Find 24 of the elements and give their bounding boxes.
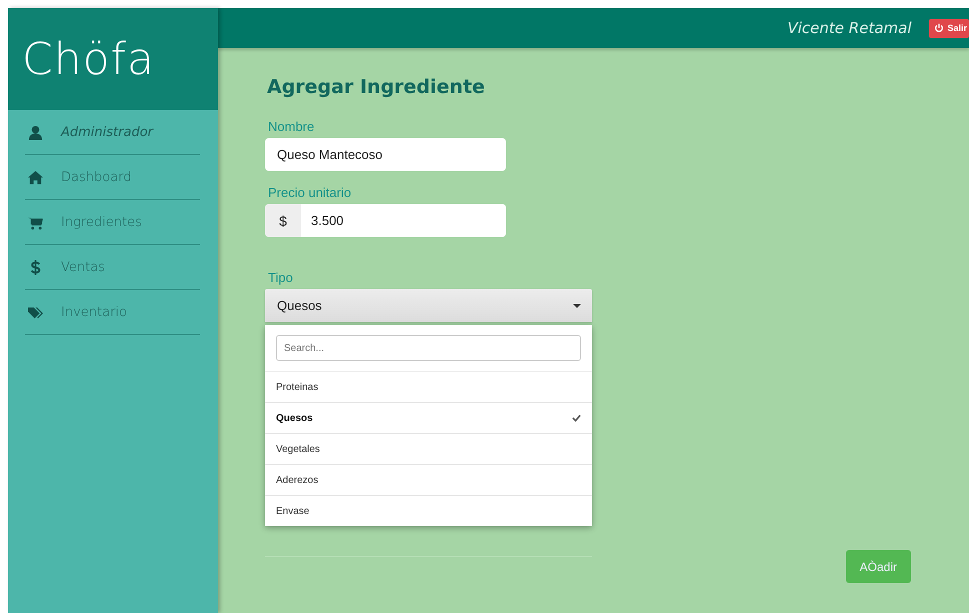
tags-icon [28,304,43,320]
field-label: Precio unitario [268,185,352,201]
dropdown-option[interactable]: Aderezos [265,465,592,496]
dropdown-option[interactable]: Proteinas [265,372,592,403]
check-icon [572,414,581,422]
logo: Chöfa [22,34,155,84]
dropdown-option[interactable]: Quesos [265,403,592,434]
page-title: Agregar Ingrediente [267,76,486,98]
dropdown-option[interactable]: Envase [265,496,592,526]
user-name: Vicente Retamal [788,19,912,37]
logout-button[interactable]: Salir [929,18,969,38]
caret-icon [573,304,581,308]
power-icon [934,23,944,33]
name-field[interactable]: Queso Mantecoso [265,138,506,171]
dropdown-option[interactable]: Vegetales [265,434,592,465]
person-icon [28,124,43,140]
search-field[interactable]: Search... [276,335,581,361]
home-icon [28,170,43,184]
field-label: Tipo [268,270,294,286]
currency-symbol: $ [265,204,301,237]
price-field[interactable]: $ 3.500 [265,204,506,237]
field-label: Nombre [268,119,316,135]
dollar-icon [28,260,43,274]
type-dropdown[interactable]: Quesos [265,289,592,322]
